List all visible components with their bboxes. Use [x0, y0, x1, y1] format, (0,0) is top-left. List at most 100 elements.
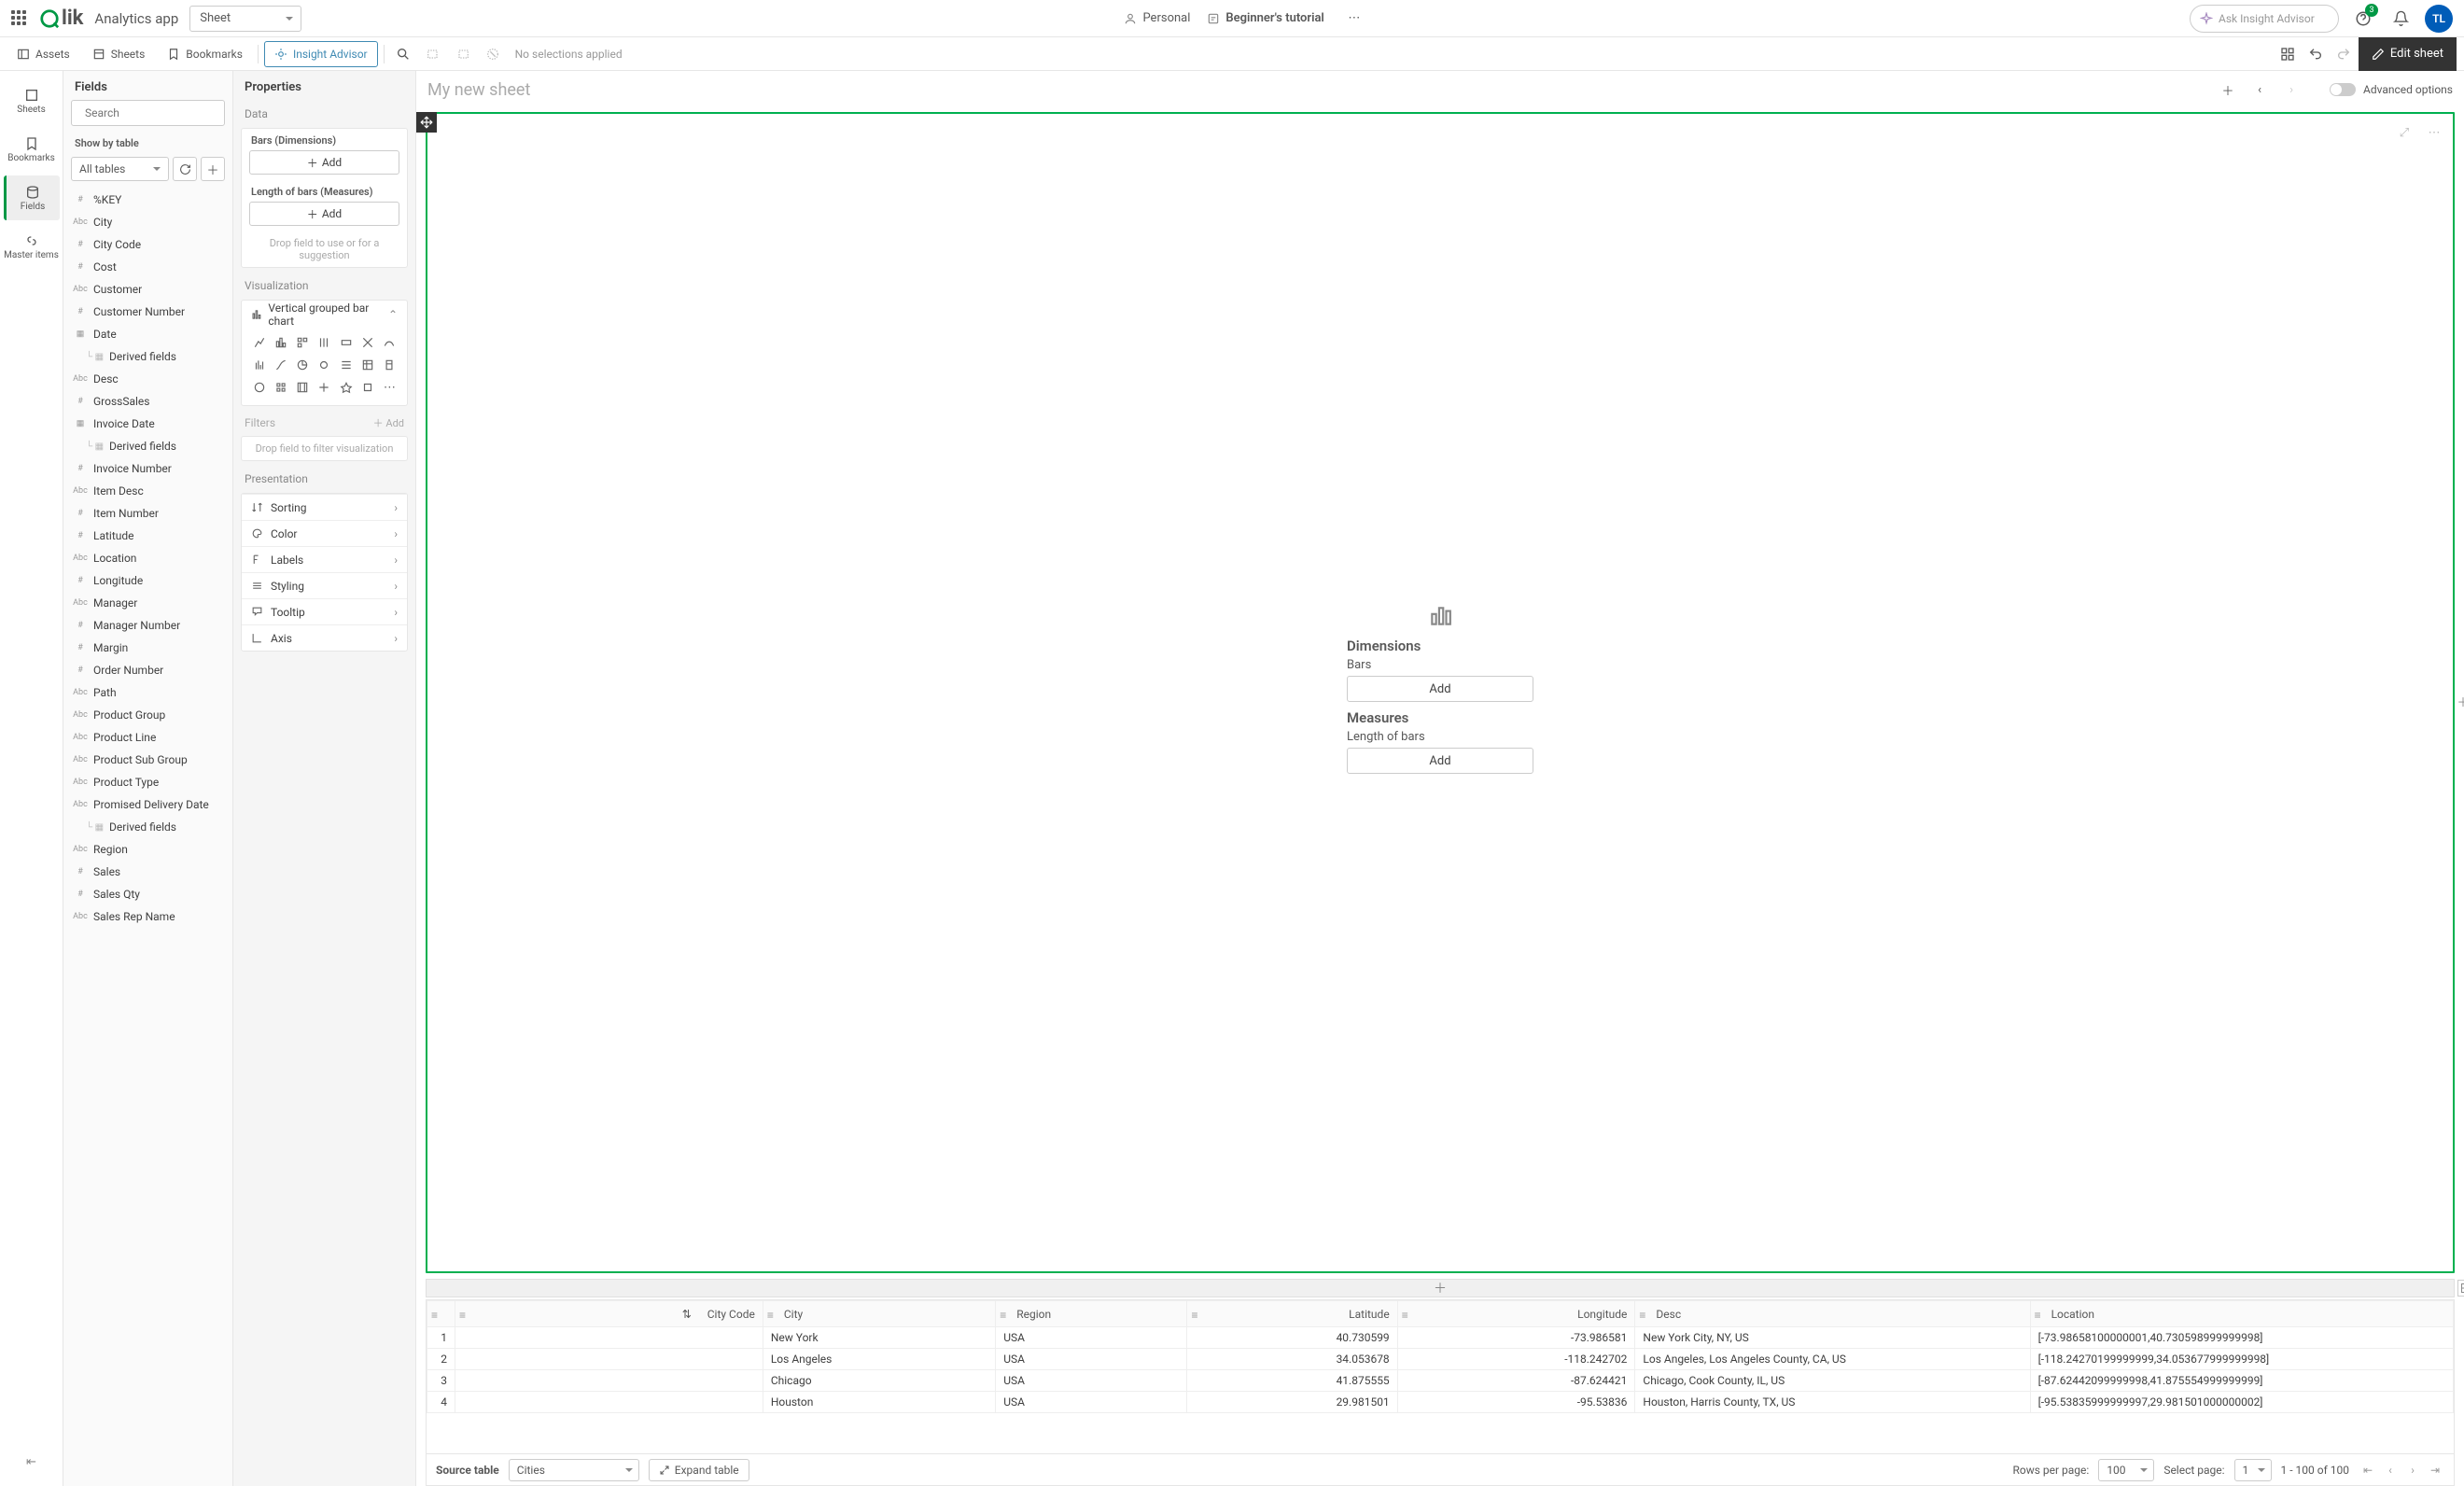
bell-icon[interactable]	[2387, 6, 2414, 32]
viz-type-icon[interactable]	[249, 355, 269, 375]
column-menu-icon[interactable]: ≡	[1000, 1309, 1006, 1322]
field-item[interactable]: #Invoice Number	[63, 457, 232, 480]
assets-button[interactable]: Assets	[7, 41, 79, 67]
field-item[interactable]: AbcRegion	[63, 838, 232, 861]
viz-type-icon[interactable]	[271, 355, 290, 375]
insight-search[interactable]: Ask Insight Advisor	[2190, 5, 2339, 33]
add-sheet-icon[interactable]: ＋	[2216, 77, 2240, 102]
column-menu-icon[interactable]: ≡	[1639, 1309, 1645, 1322]
expand-table-button[interactable]: Expand table	[649, 1459, 749, 1481]
hub-personal[interactable]: Personal	[1124, 11, 1190, 25]
field-item[interactable]: #Manager Number	[63, 614, 232, 637]
side-add-icon[interactable]: ＋	[2455, 693, 2464, 709]
field-item[interactable]: AbcProduct Group	[63, 704, 232, 726]
column-header[interactable]: ≡Longitude	[1397, 1301, 1635, 1327]
field-item[interactable]: AbcProduct Sub Group	[63, 749, 232, 771]
column-menu-icon[interactable]: ≡	[767, 1309, 774, 1322]
rows-per-page-select[interactable]: 100	[2098, 1459, 2154, 1481]
refresh-fields-icon[interactable]	[173, 157, 197, 181]
column-header[interactable]: ≡Desc	[1635, 1301, 2030, 1327]
field-item[interactable]: └ ▦Derived fields	[63, 816, 232, 838]
viz-type-icon[interactable]	[380, 355, 399, 375]
field-item[interactable]: #GrossSales	[63, 390, 232, 413]
field-item[interactable]: AbcLocation	[63, 547, 232, 569]
chart-placeholder[interactable]: ⤢ ⋯ Dimensions Bars Add Measures Length …	[426, 112, 2455, 1273]
add-measure-button[interactable]: ＋ Add	[249, 202, 399, 226]
smart-search-icon[interactable]	[390, 41, 416, 67]
last-page-icon[interactable]: ⇥	[2426, 1461, 2444, 1479]
field-item[interactable]: ▦Invoice Date	[63, 413, 232, 435]
viz-type-selector[interactable]: Vertical grouped bar chart ⌃	[242, 301, 407, 329]
column-menu-icon[interactable]: ≡	[1402, 1309, 1408, 1322]
field-item[interactable]: #Cost	[63, 256, 232, 278]
field-item[interactable]: #Sales	[63, 861, 232, 883]
insight-advisor-button[interactable]: Insight Advisor	[264, 41, 378, 67]
add-field-icon[interactable]: ＋	[201, 157, 225, 181]
table-row[interactable]: 2Los AngelesUSA34.053678-118.242702Los A…	[427, 1349, 2454, 1370]
sheet-dropdown[interactable]: Sheet	[189, 6, 301, 32]
field-item[interactable]: ▦Date	[63, 323, 232, 345]
sheet-title[interactable]: My new sheet	[427, 80, 530, 100]
prev-sheet-icon[interactable]: ‹	[2247, 77, 2272, 102]
edit-sheet-button[interactable]: Edit sheet	[2359, 37, 2457, 71]
presentation-styling[interactable]: Styling›	[242, 572, 407, 598]
add-filter-icon[interactable]: ＋ Add	[373, 415, 404, 430]
column-header[interactable]: ≡Latitude	[1187, 1301, 1397, 1327]
column-header[interactable]: ≡City	[763, 1301, 995, 1327]
next-page-icon[interactable]: ›	[2403, 1461, 2422, 1479]
viz-type-icon[interactable]	[249, 332, 269, 353]
field-item[interactable]: └ ▦Derived fields	[63, 345, 232, 368]
presentation-color[interactable]: Color›	[242, 520, 407, 546]
rail-master-items[interactable]: Master items	[4, 224, 60, 269]
presentation-labels[interactable]: Labels›	[242, 546, 407, 572]
table-row[interactable]: 4HoustonUSA29.981501-95.53836Houston, Ha…	[427, 1392, 2454, 1413]
rail-bookmarks[interactable]: Bookmarks	[4, 127, 60, 172]
field-item[interactable]: AbcDesc	[63, 368, 232, 390]
column-menu-icon[interactable]: ≡	[2035, 1309, 2041, 1322]
field-item[interactable]: AbcItem Desc	[63, 480, 232, 502]
field-item[interactable]: #Customer Number	[63, 301, 232, 323]
collapse-rail-icon[interactable]: ⇤	[19, 1449, 45, 1475]
selection-back-icon[interactable]	[420, 41, 446, 67]
user-avatar[interactable]: TL	[2425, 5, 2453, 33]
column-menu-icon[interactable]: ≡	[431, 1309, 438, 1322]
viz-type-icon[interactable]	[249, 377, 269, 398]
column-header[interactable]: ≡	[427, 1301, 455, 1327]
advanced-toggle[interactable]	[2330, 83, 2356, 96]
presentation-axis[interactable]: Axis›	[242, 624, 407, 651]
viz-type-icon[interactable]	[315, 355, 334, 375]
field-item[interactable]: AbcSales Rep Name	[63, 905, 232, 928]
add-row-divider[interactable]: ＋	[426, 1279, 2455, 1297]
expand-viz-icon[interactable]: ⤢	[2391, 119, 2417, 146]
prev-page-icon[interactable]: ‹	[2381, 1461, 2400, 1479]
page-select[interactable]: 1	[2234, 1459, 2272, 1481]
field-item[interactable]: AbcProduct Type	[63, 771, 232, 793]
canvas-add-dim-button[interactable]: Add	[1347, 676, 1533, 702]
field-item[interactable]: └ ▦Derived fields	[63, 435, 232, 457]
sheets-button[interactable]: Sheets	[83, 41, 155, 67]
clear-selections-icon[interactable]	[480, 41, 506, 67]
selection-fwd-icon[interactable]	[450, 41, 476, 67]
field-item[interactable]: AbcProduct Line	[63, 726, 232, 749]
table-row[interactable]: 1New YorkUSA40.730599-73.986581New York …	[427, 1327, 2454, 1349]
field-item[interactable]: #Item Number	[63, 502, 232, 525]
viz-type-icon[interactable]	[293, 332, 313, 353]
viz-type-icon[interactable]	[357, 355, 377, 375]
column-header[interactable]: ≡Region	[996, 1301, 1187, 1327]
viz-type-icon[interactable]	[336, 377, 356, 398]
viz-type-icon[interactable]	[336, 332, 356, 353]
field-item[interactable]: #Order Number	[63, 659, 232, 681]
tables-dropdown[interactable]: All tables	[71, 157, 169, 181]
field-item[interactable]: AbcPath	[63, 681, 232, 704]
move-handle-icon[interactable]	[416, 112, 437, 133]
undo-icon[interactable]	[2303, 41, 2329, 67]
first-page-icon[interactable]: ⇤	[2359, 1461, 2377, 1479]
column-menu-icon[interactable]: ≡	[459, 1309, 466, 1322]
viz-more-icon[interactable]: ⋯	[380, 377, 399, 398]
rail-sheets[interactable]: Sheets	[4, 78, 60, 123]
next-sheet-icon[interactable]: ›	[2279, 77, 2303, 102]
column-header[interactable]: ≡⇅ City Code	[455, 1301, 763, 1327]
field-item[interactable]: AbcPromised Delivery Date	[63, 793, 232, 816]
app-launcher-icon[interactable]	[11, 10, 28, 27]
field-item[interactable]: #City Code	[63, 233, 232, 256]
